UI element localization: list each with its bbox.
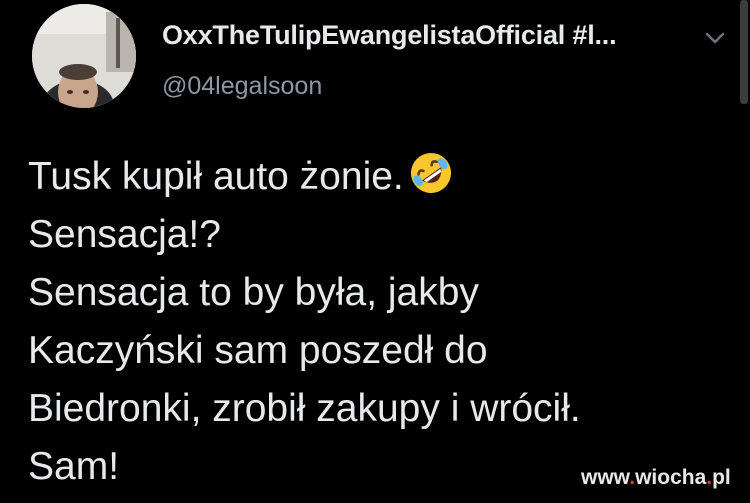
tweet-line-1-text: Tusk kupił auto żonie.: [28, 155, 404, 198]
watermark-prefix: www: [581, 466, 630, 489]
tweet-line-2: Sensacja!?: [28, 213, 221, 256]
tweet-text: Tusk kupił auto żonie. Sensacja!? Sensac…: [28, 148, 738, 496]
user-handle[interactable]: @04legalsoon: [162, 72, 322, 101]
watermark-suffix: pl: [712, 466, 731, 489]
display-name[interactable]: OxxTheTulipEwangelistaOfficial #l...: [162, 20, 617, 51]
scrollbar[interactable]: [740, 0, 748, 104]
more-options-button[interactable]: [702, 25, 728, 51]
tweet-line-1: Tusk kupił auto żonie.: [28, 148, 738, 206]
tweet-line-5: Biedronki, zrobił zakupy i wrócił.: [28, 387, 581, 430]
chevron-down-icon: [705, 32, 725, 44]
tweet-header: OxxTheTulipEwangelistaOfficial #l... @04…: [162, 20, 617, 100]
watermark: www.wiocha.pl: [581, 466, 731, 490]
tweet-line-4: Kaczyński sam poszedł do: [28, 329, 488, 372]
avatar[interactable]: [32, 4, 136, 108]
avatar-photo: [32, 4, 136, 108]
tweet-line-3: Sensacja to by była, jakby: [28, 271, 479, 314]
rolling-on-the-floor-laughing-icon: [410, 153, 451, 193]
watermark-middle: wiocha: [635, 466, 707, 489]
tweet: OxxTheTulipEwangelistaOfficial #l... @04…: [0, 0, 750, 503]
